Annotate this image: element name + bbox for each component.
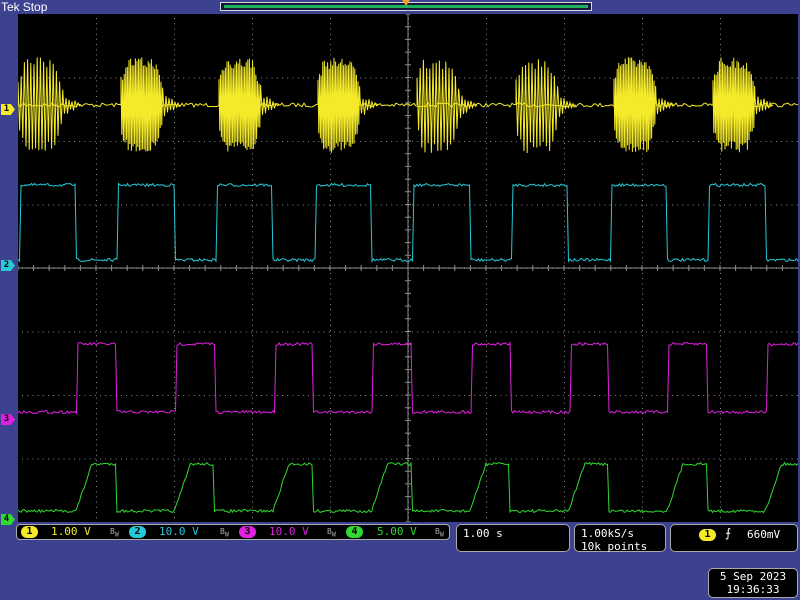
- acquisition-readout[interactable]: 1.00kS/s 10k points: [574, 524, 666, 553]
- date: 5 Sep 2023: [719, 570, 787, 583]
- trigger-readout[interactable]: 1 ⨍ 660mV: [670, 524, 798, 552]
- rising-edge-icon: ⨍: [725, 526, 732, 540]
- trigger-source-badge: 1: [699, 529, 716, 541]
- ch1-badge[interactable]: 1: [21, 526, 38, 538]
- bandwidth-limit-icon: BW: [435, 527, 444, 539]
- bandwidth-limit-icon: BW: [110, 527, 119, 539]
- graticule-and-waveforms: [18, 14, 798, 522]
- sample-rate: 1.00kS/s: [581, 527, 634, 540]
- waveform-display[interactable]: [18, 14, 798, 522]
- bandwidth-limit-icon: BW: [220, 527, 229, 539]
- horizontal-scale-readout[interactable]: 1.00 s: [456, 524, 570, 552]
- ch2-badge[interactable]: 2: [129, 526, 146, 538]
- ch1-burst: [18, 57, 82, 151]
- bandwidth-limit-icon: BW: [327, 527, 336, 539]
- status-bar: Tek Stop: [0, 0, 800, 14]
- trigger-position-marker-icon[interactable]: [402, 0, 410, 6]
- time-per-division: 1.00 s: [463, 527, 503, 540]
- ch2-scale: 10.0 V: [159, 525, 199, 538]
- ch3-badge[interactable]: 3: [239, 526, 256, 538]
- ch4-scale: 5.00 V: [377, 525, 417, 538]
- ch1-scale: 1.00 V: [51, 525, 91, 538]
- vertical-scale-readout: 1 1.00 V BW 2 10.0 V BW 3 10.0 V BW 4 5.…: [16, 524, 450, 540]
- ch4-ground-marker[interactable]: 4: [1, 514, 15, 525]
- ch2-ground-marker[interactable]: 2: [1, 260, 15, 271]
- brand-label: Tek Stop: [1, 0, 47, 14]
- ch3-scale: 10.0 V: [269, 525, 309, 538]
- brand-name: Tek: [1, 0, 20, 14]
- record-length: 10k points: [581, 540, 648, 553]
- ch1-burst: [515, 59, 577, 154]
- trigger-level: 660mV: [747, 528, 781, 541]
- ch3-ground-marker[interactable]: 3: [1, 414, 15, 425]
- acquisition-state: Stop: [22, 0, 48, 14]
- datetime-readout: 5 Sep 2023 19:36:33: [708, 568, 798, 598]
- ch1-burst: [712, 57, 774, 153]
- ch4-badge[interactable]: 4: [346, 526, 363, 538]
- ch1-ground-marker[interactable]: 1: [1, 104, 15, 115]
- time: 19:36:33: [726, 583, 780, 596]
